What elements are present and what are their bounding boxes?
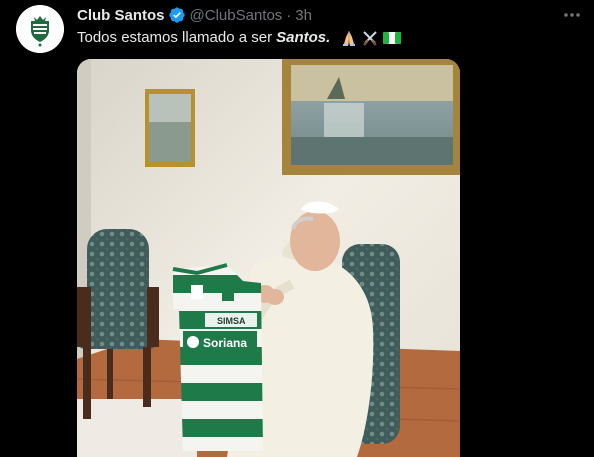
tweet[interactable]: Club Santos @ClubSantos · 3h Todos estam… [0, 0, 594, 457]
tweet-text-emphasis: Santos. [276, 29, 331, 46]
tweet-photo[interactable]: SIMSA Soriana [77, 59, 460, 457]
club-crest-icon [16, 5, 64, 53]
timestamp[interactable]: 3h [295, 7, 312, 24]
emoji-group [340, 29, 402, 47]
verified-badge-icon [168, 7, 185, 23]
flag-icon [383, 32, 402, 44]
tweet-text-main: Todos estamos llamado a ser [77, 29, 273, 46]
handle[interactable]: @ClubSantos [190, 7, 283, 24]
crossed-swords-icon [363, 31, 378, 46]
jersey-sponsor-main: Soriana [203, 336, 247, 350]
more-options-button[interactable] [560, 5, 584, 25]
tweet-header: Club Santos @ClubSantos · 3h [77, 5, 312, 25]
display-name[interactable]: Club Santos [77, 7, 165, 24]
tweet-text: Todos estamos llamado a ser Santos. [77, 28, 402, 48]
separator: · [286, 6, 292, 24]
photo-image: SIMSA Soriana [77, 59, 460, 457]
more-icon [564, 13, 580, 17]
jersey-sponsor-top: SIMSA [217, 316, 246, 326]
avatar[interactable] [16, 5, 64, 53]
folded-hands-icon [343, 31, 356, 46]
